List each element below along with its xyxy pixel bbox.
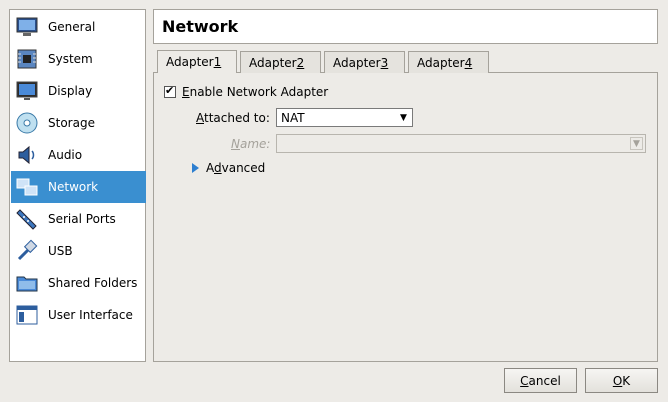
tab-mnemonic: 3 bbox=[380, 55, 389, 70]
enable-adapter-label: Enable Network Adapter bbox=[182, 85, 328, 99]
sidebar-item-shared-folders[interactable]: Shared Folders bbox=[11, 267, 146, 299]
label-mnemonic: N bbox=[231, 136, 240, 151]
chevron-right-icon bbox=[192, 163, 199, 173]
tab-adapter-4[interactable]: Adapter 4 bbox=[408, 51, 489, 73]
label-mnemonic: O bbox=[612, 373, 623, 388]
label-text: ancel bbox=[528, 373, 561, 388]
tab-label: Adapter bbox=[166, 55, 214, 69]
sidebar-item-label: Display bbox=[48, 84, 93, 98]
tab-adapter-3[interactable]: Adapter 3 bbox=[324, 51, 405, 73]
sidebar-item-label: Shared Folders bbox=[48, 276, 138, 290]
monitor-icon bbox=[15, 15, 39, 39]
sidebar-item-serial-ports[interactable]: Serial Ports bbox=[11, 203, 146, 235]
sidebar-item-label: User Interface bbox=[48, 308, 133, 322]
tab-label: Adapter bbox=[417, 55, 465, 70]
settings-sidebar: General System Display Storage Audio Net… bbox=[9, 9, 146, 362]
sidebar-item-label: General bbox=[48, 20, 96, 34]
chevron-down-icon: ▼ bbox=[630, 137, 643, 150]
sidebar-item-label: Serial Ports bbox=[48, 212, 116, 226]
sidebar-item-label: USB bbox=[48, 244, 73, 258]
advanced-expander[interactable]: Advanced bbox=[192, 160, 265, 176]
sidebar-item-display[interactable]: Display bbox=[11, 75, 146, 107]
sidebar-item-label: Audio bbox=[48, 148, 83, 162]
sidebar-item-label: Storage bbox=[48, 116, 95, 130]
label-mnemonic: C bbox=[520, 373, 529, 388]
display-icon bbox=[15, 79, 39, 103]
serial-port-icon bbox=[15, 207, 39, 231]
label-text: nable Network Adapter bbox=[189, 85, 329, 99]
tab-mnemonic: 4 bbox=[464, 55, 473, 70]
disc-icon bbox=[15, 111, 39, 135]
folder-icon bbox=[15, 271, 39, 295]
sidebar-item-user-interface[interactable]: User Interface bbox=[11, 299, 146, 331]
tab-adapter-2[interactable]: Adapter 2 bbox=[240, 51, 321, 73]
label-mnemonic: A bbox=[196, 110, 204, 125]
attached-to-label: Attached to: bbox=[196, 108, 270, 127]
sidebar-item-label: Network bbox=[48, 180, 99, 194]
label-text: vanced bbox=[221, 161, 266, 175]
window-icon bbox=[15, 303, 39, 327]
sidebar-item-network[interactable]: Network bbox=[11, 171, 146, 203]
sidebar-item-audio[interactable]: Audio bbox=[11, 139, 146, 171]
speaker-icon bbox=[15, 143, 39, 167]
cancel-button[interactable]: Cancel bbox=[504, 368, 577, 393]
label-text: ame: bbox=[239, 136, 271, 151]
label-mnemonic: E bbox=[182, 85, 190, 99]
sidebar-item-general[interactable]: General bbox=[11, 11, 146, 43]
label-text: ttached to: bbox=[204, 110, 270, 125]
attached-to-value: NAT bbox=[281, 110, 305, 125]
usb-icon bbox=[15, 239, 39, 263]
chip-icon bbox=[15, 47, 39, 71]
sidebar-item-system[interactable]: System bbox=[11, 43, 146, 75]
sidebar-item-label: System bbox=[48, 52, 93, 66]
sidebar-item-storage[interactable]: Storage bbox=[11, 107, 146, 139]
attached-to-select[interactable]: NAT ▼ bbox=[276, 108, 413, 127]
tab-label: Adapter bbox=[249, 55, 297, 70]
label-text: A bbox=[206, 161, 214, 175]
chevron-down-icon: ▼ bbox=[400, 112, 407, 123]
label-mnemonic: d bbox=[214, 161, 222, 175]
tab-adapter-1[interactable]: Adapter 1 bbox=[157, 50, 237, 73]
enable-adapter-checkbox[interactable] bbox=[164, 84, 176, 98]
tab-label: Adapter bbox=[333, 55, 381, 70]
network-icon bbox=[15, 175, 39, 199]
page-header: Network bbox=[153, 9, 658, 44]
name-label: Name: bbox=[231, 134, 270, 153]
page-title: Network bbox=[162, 17, 239, 36]
advanced-label: Advanced bbox=[206, 161, 265, 175]
tab-mnemonic: 2 bbox=[296, 55, 305, 70]
enable-adapter-row[interactable]: Enable Network Adapter bbox=[164, 84, 328, 100]
sidebar-item-usb[interactable]: USB bbox=[11, 235, 146, 267]
ok-button[interactable]: OK bbox=[585, 368, 658, 393]
tab-mnemonic: 1 bbox=[213, 55, 222, 69]
name-select: ▼ bbox=[276, 134, 646, 153]
label-text: K bbox=[622, 373, 631, 388]
